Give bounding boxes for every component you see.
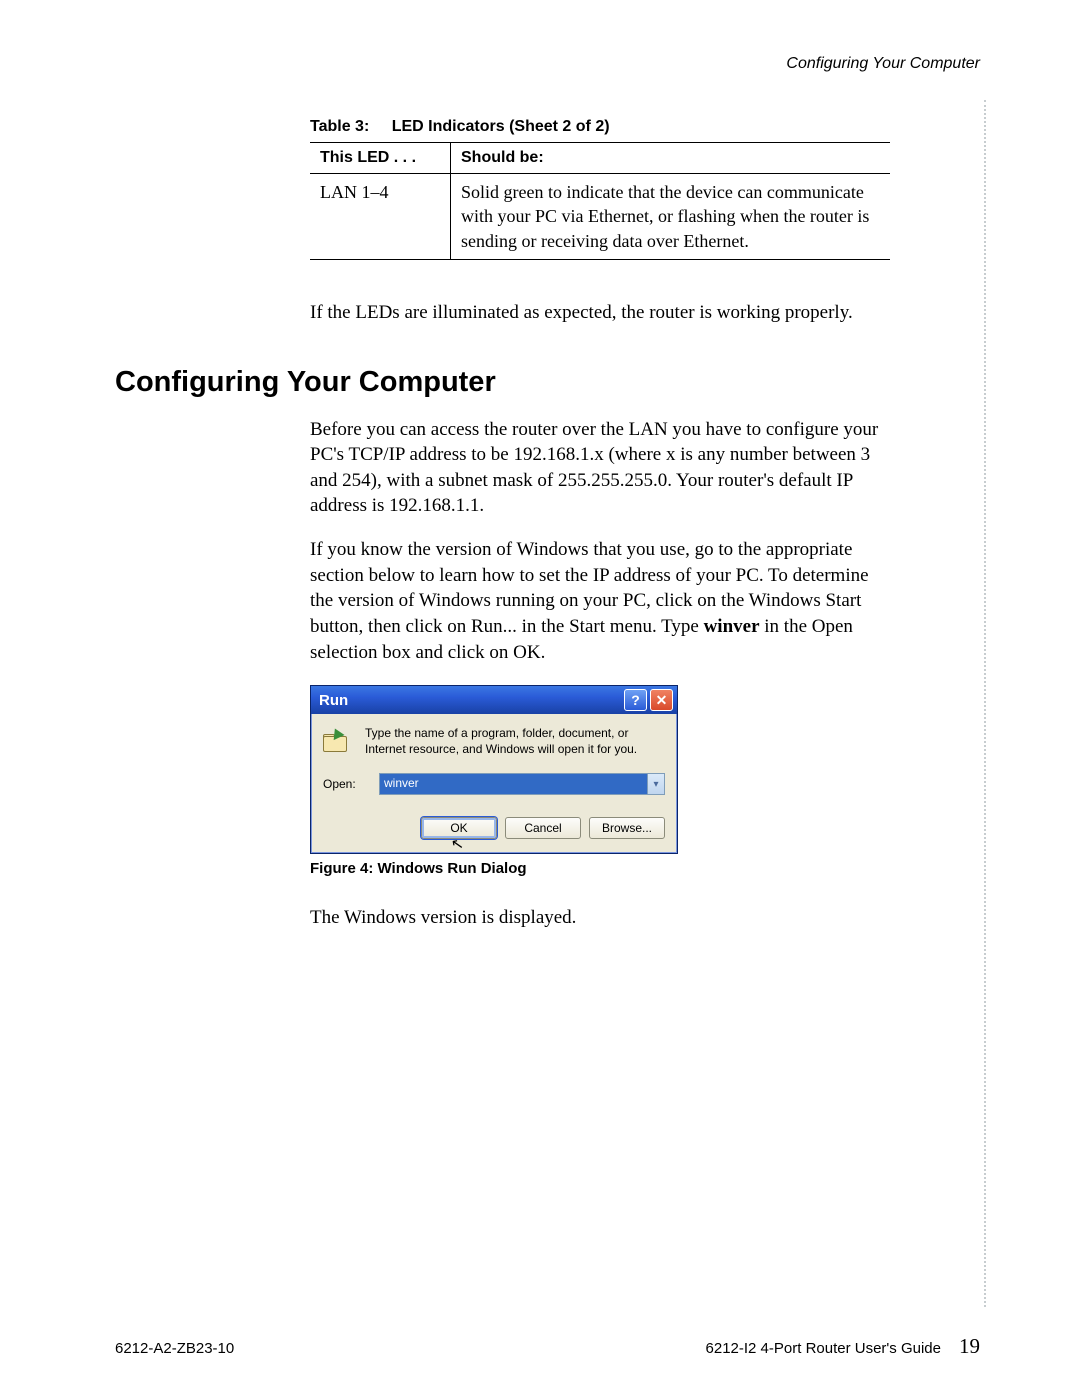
run-icon (323, 726, 355, 754)
running-header: Configuring Your Computer (115, 55, 980, 73)
figure-caption: Figure 4: Windows Run Dialog (310, 860, 980, 877)
open-combobox[interactable]: winver ▾ (379, 773, 665, 795)
paragraph: If the LEDs are illuminated as expected,… (310, 300, 890, 326)
dialog-titlebar: Run ? ✕ (311, 686, 677, 714)
dialog-description: Type the name of a program, folder, docu… (365, 726, 665, 757)
dialog-body: Type the name of a program, folder, docu… (311, 714, 677, 853)
cell-led-name: LAN 1–4 (310, 174, 451, 260)
close-button[interactable]: ✕ (650, 689, 673, 711)
dialog-description-row: Type the name of a program, folder, docu… (323, 726, 665, 757)
footer-right: 6212-I2 4-Port Router User's Guide 19 (706, 1334, 980, 1359)
col-header-led: This LED . . . (310, 143, 451, 174)
footer-left: 6212-A2-ZB23-10 (115, 1340, 234, 1357)
cancel-button[interactable]: Cancel (505, 817, 581, 839)
led-table: This LED . . . Should be: LAN 1–4 Solid … (310, 142, 890, 260)
table-caption-text: LED Indicators (Sheet 2 of 2) (392, 118, 610, 135)
paragraph: Before you can access the router over th… (310, 417, 890, 520)
open-row: Open: winver ▾ (323, 773, 665, 795)
body-column: Before you can access the router over th… (310, 417, 980, 932)
section-heading: Configuring Your Computer (115, 366, 980, 399)
table-caption-label: Table 3: (310, 118, 369, 135)
open-input-value[interactable]: winver (380, 774, 647, 794)
page-number: 19 (959, 1334, 980, 1359)
footer-guide-title: 6212-I2 4-Port Router User's Guide (706, 1340, 941, 1357)
col-header-shouldbe: Should be: (451, 143, 891, 174)
table-header-row: This LED . . . Should be: (310, 143, 890, 174)
bold-winver: winver (704, 616, 760, 637)
titlebar-buttons: ? ✕ (624, 689, 673, 711)
body-column: Table 3: LED Indicators (Sheet 2 of 2) T… (310, 118, 980, 326)
dialog-button-row: OK Cancel Browse... ↖ (323, 817, 665, 839)
paragraph: If you know the version of Windows that … (310, 537, 890, 665)
table-row: LAN 1–4 Solid green to indicate that the… (310, 174, 890, 260)
page-footer: 6212-A2-ZB23-10 6212-I2 4-Port Router Us… (115, 1334, 980, 1359)
browse-button[interactable]: Browse... (589, 817, 665, 839)
open-label: Open: (323, 777, 367, 791)
help-button[interactable]: ? (624, 689, 647, 711)
table-caption: Table 3: LED Indicators (Sheet 2 of 2) (310, 118, 980, 136)
margin-rule (980, 100, 986, 1307)
ok-button[interactable]: OK (421, 817, 497, 839)
cell-led-desc: Solid green to indicate that the device … (451, 174, 891, 260)
chevron-down-icon[interactable]: ▾ (647, 774, 664, 794)
page: Configuring Your Computer Table 3: LED I… (0, 0, 1080, 1397)
dialog-title: Run (319, 692, 348, 709)
paragraph: The Windows version is displayed. (310, 905, 890, 931)
windows-run-dialog: Run ? ✕ Type the name of a program, fold… (310, 685, 678, 854)
